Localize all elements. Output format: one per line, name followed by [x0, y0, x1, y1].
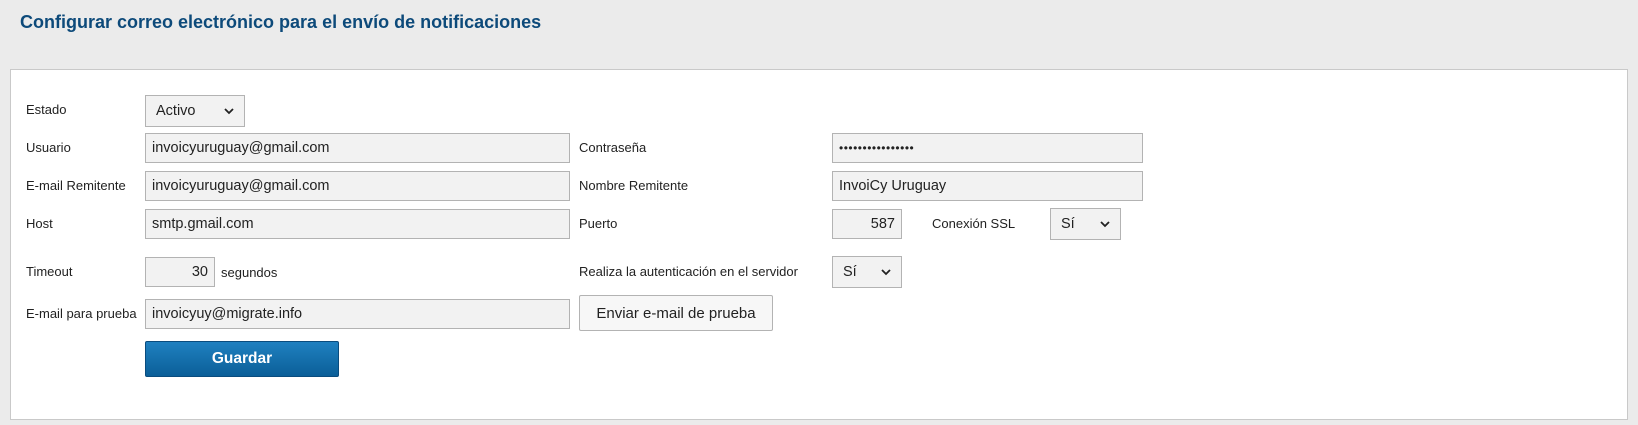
nombre-remitente-label: Nombre Remitente — [579, 178, 689, 193]
contrasena-input[interactable] — [832, 133, 1143, 163]
puerto-input[interactable] — [832, 209, 902, 239]
host-label: Host — [26, 216, 53, 231]
chevron-down-icon — [224, 108, 234, 115]
email-remitente-label: E-mail Remitente — [26, 178, 126, 193]
email-config-panel: Estado Activo Usuario Contraseña E-mail … — [10, 69, 1628, 420]
save-button[interactable]: Guardar — [145, 341, 339, 377]
conexion-ssl-select[interactable]: Sí — [1050, 208, 1121, 240]
estado-select-value: Activo — [156, 103, 196, 119]
usuario-label: Usuario — [26, 140, 71, 155]
puerto-label: Puerto — [579, 216, 618, 231]
email-prueba-label: E-mail para prueba — [26, 306, 137, 321]
autenticacion-value: Sí — [843, 264, 857, 280]
email-prueba-input[interactable] — [145, 299, 570, 329]
send-test-email-button[interactable]: Enviar e-mail de prueba — [579, 295, 773, 331]
nombre-remitente-input[interactable] — [832, 171, 1143, 201]
conexion-ssl-value: Sí — [1061, 216, 1075, 232]
autenticacion-select[interactable]: Sí — [832, 256, 902, 288]
autenticacion-label: Realiza la autenticación en el servidor — [579, 264, 798, 279]
estado-select[interactable]: Activo — [145, 95, 245, 127]
chevron-down-icon — [1100, 221, 1110, 228]
timeout-input[interactable] — [145, 257, 215, 287]
conexion-ssl-label: Conexión SSL — [932, 216, 1016, 231]
estado-label: Estado — [26, 102, 67, 117]
timeout-unit: segundos — [221, 265, 278, 280]
chevron-down-icon — [881, 269, 891, 276]
timeout-label: Timeout — [26, 264, 73, 279]
host-input[interactable] — [145, 209, 570, 239]
page-title: Configurar correo electrónico para el en… — [20, 12, 542, 32]
contrasena-label: Contraseña — [579, 140, 647, 155]
email-remitente-input[interactable] — [145, 171, 570, 201]
usuario-input[interactable] — [145, 133, 570, 163]
